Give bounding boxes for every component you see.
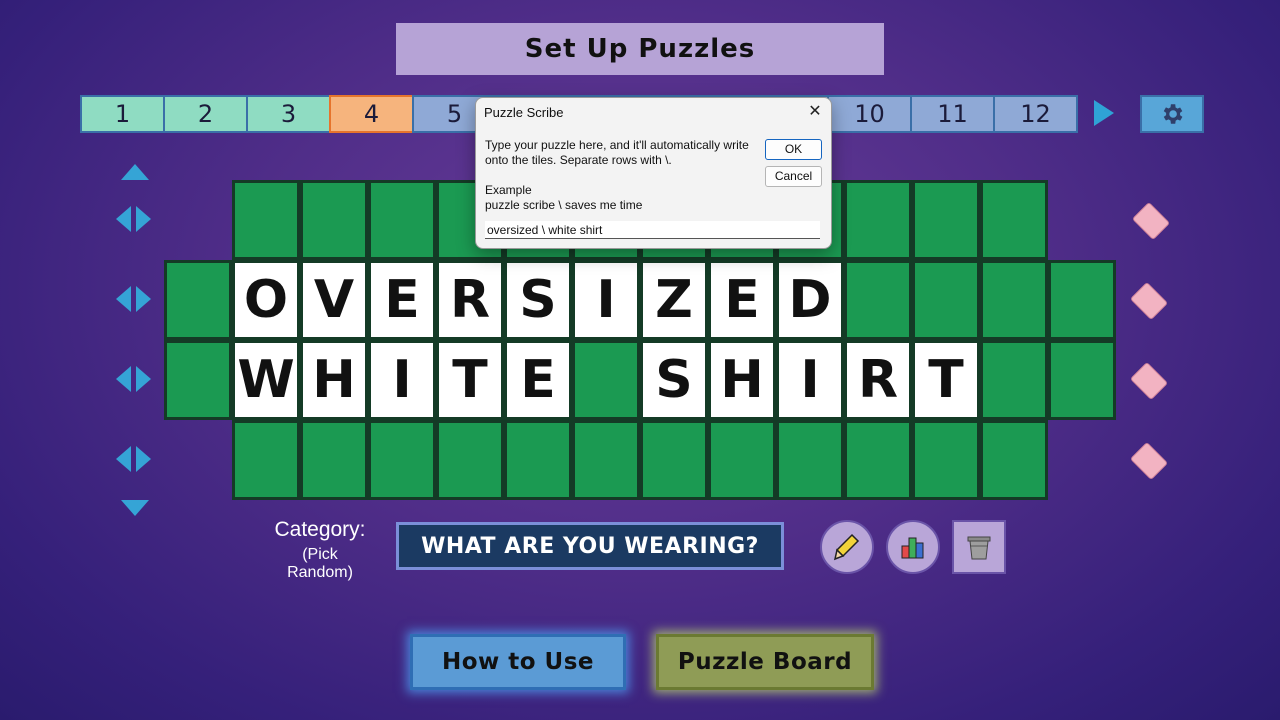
board-tile[interactable] (232, 180, 300, 260)
trash-icon (967, 536, 991, 560)
board-tile[interactable] (776, 420, 844, 500)
shift-left-arrow-icon[interactable] (116, 206, 131, 232)
eraser-icon[interactable] (1131, 201, 1171, 241)
tab-puzzle-3[interactable]: 3 (246, 95, 331, 133)
board-tile[interactable]: R (436, 260, 504, 340)
board-tile[interactable]: I (776, 340, 844, 420)
board-tile[interactable]: H (300, 340, 368, 420)
board-tile[interactable]: R (844, 340, 912, 420)
board-tile[interactable]: E (708, 260, 776, 340)
board-tile[interactable]: O (232, 260, 300, 340)
ok-button[interactable]: OK (765, 139, 822, 160)
board-tile[interactable] (708, 420, 776, 500)
dialog-example: Example puzzle scribe \ saves me time (485, 183, 642, 213)
board-tile[interactable] (436, 420, 504, 500)
board-tile[interactable] (980, 180, 1048, 260)
shift-left-arrow-icon[interactable] (116, 286, 131, 312)
board-tile[interactable] (572, 420, 640, 500)
dialog-message: Type your puzzle here, and it'll automat… (485, 138, 749, 167)
board-tile[interactable]: I (368, 340, 436, 420)
shift-right-arrow-icon[interactable] (136, 286, 151, 312)
shift-left-arrow-icon[interactable] (116, 446, 131, 472)
tab-puzzle-2[interactable]: 2 (163, 95, 248, 133)
stats-button[interactable] (886, 520, 940, 574)
board-tile[interactable] (980, 260, 1048, 340)
page-title: Set Up Puzzles (396, 23, 884, 75)
board-tile[interactable] (844, 260, 912, 340)
board-tile[interactable] (912, 260, 980, 340)
row3-shift-arrows (116, 366, 151, 396)
board-tile[interactable]: S (640, 340, 708, 420)
puzzle-board-button[interactable]: Puzzle Board (656, 634, 874, 690)
row4-shift-arrows (116, 446, 151, 476)
close-icon[interactable]: ✕ (805, 102, 825, 122)
pencil-button[interactable] (820, 520, 874, 574)
board-tile[interactable] (980, 420, 1048, 500)
category-label-group: Category: (Pick Random) (268, 518, 372, 582)
board-tile[interactable]: S (504, 260, 572, 340)
eraser-icon[interactable] (1129, 281, 1169, 321)
board-tile[interactable] (164, 340, 232, 420)
board-tile[interactable] (912, 180, 980, 260)
settings-button[interactable] (1140, 95, 1204, 133)
tab-puzzle-12[interactable]: 12 (993, 95, 1078, 133)
shift-down-arrow-icon[interactable] (121, 500, 149, 516)
row1-shift-arrows (116, 206, 151, 236)
tab-puzzle-10[interactable]: 10 (827, 95, 912, 133)
board-tile[interactable] (504, 420, 572, 500)
cancel-button[interactable]: Cancel (765, 166, 822, 187)
board-tile[interactable] (844, 420, 912, 500)
shift-up-arrow-icon[interactable] (121, 164, 149, 180)
shift-left-arrow-icon[interactable] (116, 366, 131, 392)
dialog-title: Puzzle Scribe (484, 105, 564, 120)
shift-right-arrow-icon[interactable] (136, 366, 151, 392)
board-tile[interactable]: W (232, 340, 300, 420)
pencil-icon (833, 533, 860, 561)
board-tile[interactable]: H (708, 340, 776, 420)
board-tile[interactable] (980, 340, 1048, 420)
category-label: Category: (274, 518, 366, 541)
how-to-use-button[interactable]: How to Use (410, 634, 626, 690)
tab-puzzle-11[interactable]: 11 (910, 95, 995, 133)
board-tile[interactable] (300, 420, 368, 500)
board-tile[interactable]: T (436, 340, 504, 420)
category-value[interactable]: WHAT ARE YOU WEARING? (396, 522, 784, 570)
board-tile[interactable] (368, 180, 436, 260)
example-label: Example (485, 183, 532, 197)
example-text: puzzle scribe \ saves me time (485, 198, 643, 212)
clear-button[interactable] (952, 520, 1006, 574)
chart-icon (901, 537, 924, 559)
eraser-icon[interactable] (1129, 361, 1169, 401)
board-tile[interactable]: Z (640, 260, 708, 340)
board-tile[interactable] (912, 420, 980, 500)
board-tile[interactable] (572, 340, 640, 420)
board-tile[interactable] (1048, 260, 1116, 340)
board-tile[interactable]: I (572, 260, 640, 340)
gear-icon (1163, 104, 1183, 124)
row2-shift-arrows (116, 286, 151, 316)
puzzle-scribe-dialog: Puzzle Scribe ✕ Type your puzzle here, a… (475, 97, 832, 249)
board-tile[interactable] (1048, 340, 1116, 420)
next-tabs-arrow-icon[interactable] (1094, 100, 1114, 126)
eraser-icon[interactable] (1129, 441, 1169, 481)
board-tile[interactable]: E (504, 340, 572, 420)
shift-right-arrow-icon[interactable] (136, 206, 151, 232)
tab-puzzle-1[interactable]: 1 (80, 95, 165, 133)
board-tile[interactable] (844, 180, 912, 260)
board-tile[interactable] (232, 420, 300, 500)
puzzle-text-input[interactable]: oversized \ white shirt (485, 221, 820, 239)
pick-random-link[interactable]: (Pick Random) (268, 546, 372, 582)
board-tile[interactable]: T (912, 340, 980, 420)
shift-right-arrow-icon[interactable] (136, 446, 151, 472)
board-tile[interactable]: D (776, 260, 844, 340)
board-tile[interactable] (164, 260, 232, 340)
board-tile[interactable] (640, 420, 708, 500)
board-tile[interactable]: E (368, 260, 436, 340)
board-tile[interactable] (368, 420, 436, 500)
board-tile[interactable]: V (300, 260, 368, 340)
tab-puzzle-4[interactable]: 4 (329, 95, 414, 133)
board-tile[interactable] (300, 180, 368, 260)
